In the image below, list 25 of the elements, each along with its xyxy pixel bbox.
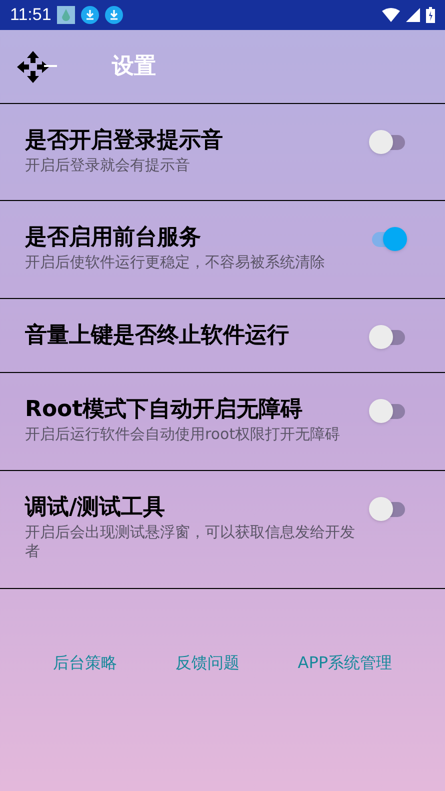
setting-description: 开启后登录就会有提示音 bbox=[25, 156, 191, 175]
toggle-switch[interactable] bbox=[369, 325, 407, 349]
setting-description: 开启后运行软件会自动使用root权限打开无障碍 bbox=[25, 425, 342, 444]
setting-title: Root模式下自动开启无障碍 bbox=[25, 396, 304, 424]
footer-link[interactable]: 后台策略 bbox=[53, 651, 117, 675]
signal-icon bbox=[406, 8, 420, 22]
setting-title: 音量上键是否终止软件运行 bbox=[25, 322, 290, 350]
footer-link[interactable]: 反馈问题 bbox=[175, 651, 240, 675]
setting-title: 是否启用前台服务 bbox=[25, 224, 202, 252]
footer-link[interactable]: APP系统管理 bbox=[298, 651, 392, 675]
download-icon bbox=[105, 6, 124, 24]
wifi-icon bbox=[382, 8, 400, 22]
toggle-switch[interactable] bbox=[369, 399, 407, 423]
clock-time: 11:51 bbox=[10, 4, 52, 26]
setting-description: 开启后使软件运行更稳定，不容易被系统清除 bbox=[25, 253, 326, 272]
image-notification-icon bbox=[57, 6, 76, 24]
setting-description: 开启后会出现测试悬浮窗，可以获取信息发给开发者 bbox=[25, 523, 356, 561]
setting-title: 调试/测试工具 bbox=[25, 494, 166, 522]
download-icon bbox=[81, 6, 100, 24]
setting-title: 是否开启登录提示音 bbox=[25, 126, 224, 155]
move-icon[interactable] bbox=[16, 50, 58, 84]
page-title: 设置 bbox=[112, 53, 156, 81]
toggle-switch[interactable] bbox=[369, 130, 407, 154]
toggle-switch[interactable] bbox=[369, 497, 407, 521]
battery-icon bbox=[426, 7, 435, 23]
